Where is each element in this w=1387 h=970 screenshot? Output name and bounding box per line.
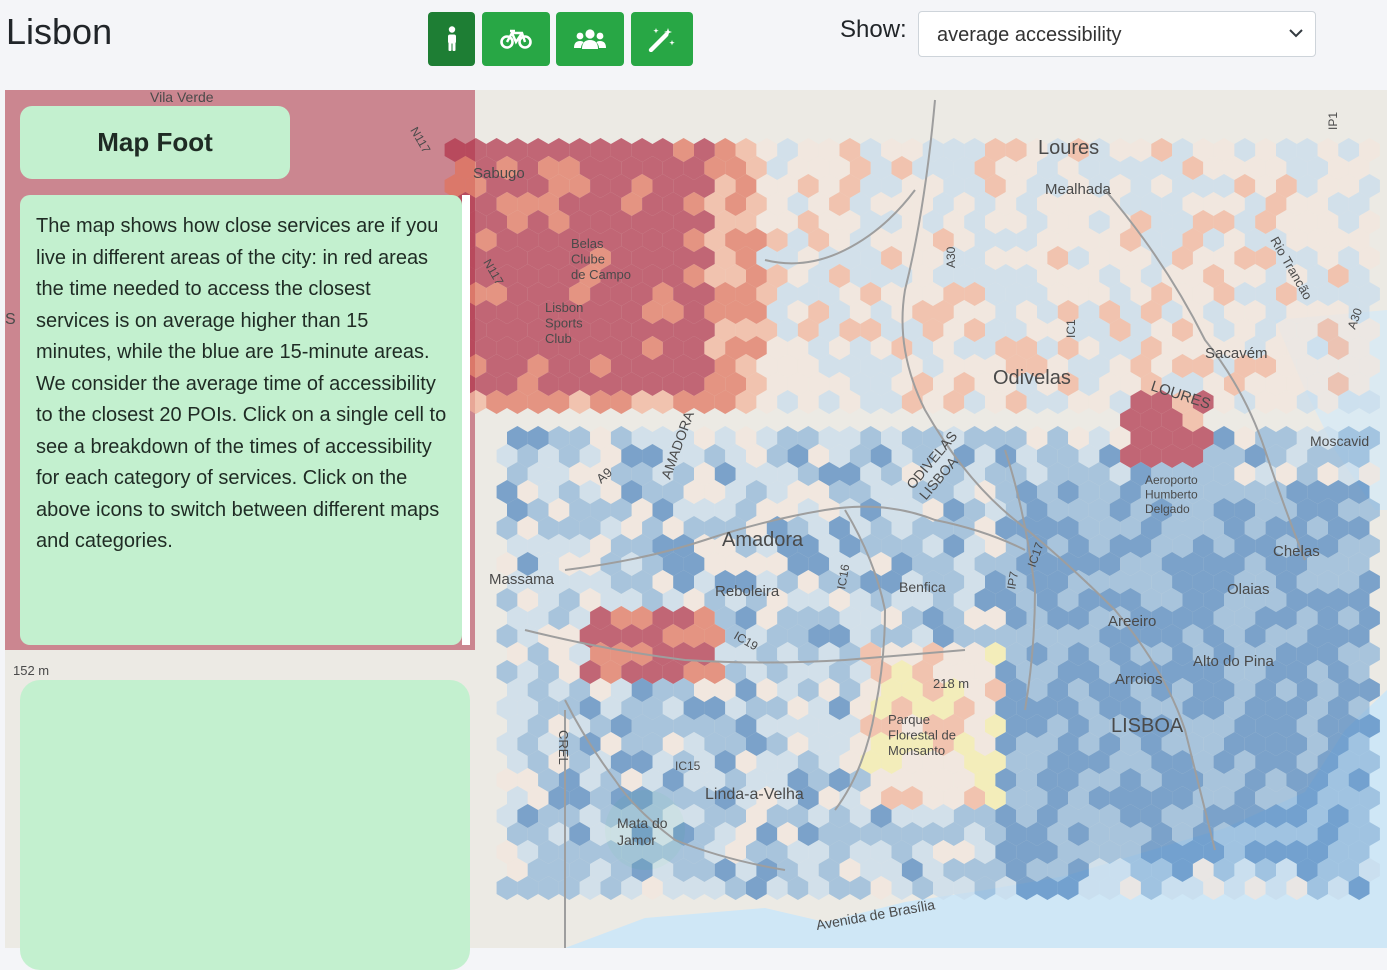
- map-label-chelas: Chelas: [1273, 543, 1320, 560]
- panel-scrollbar[interactable]: [462, 195, 470, 645]
- walking-person-icon: [447, 26, 456, 51]
- map-label-arroios: Arroios: [1115, 671, 1163, 688]
- map-label-road-ic15: IC15: [675, 759, 701, 773]
- map-label-mealhada: Mealhada: [1045, 181, 1112, 198]
- map-label-road-crel: CREL: [556, 730, 571, 765]
- map-label-alto-do-pina: Alto do Pina: [1193, 653, 1275, 670]
- show-label: Show:: [840, 16, 907, 43]
- bike-mode-button[interactable]: [482, 12, 550, 66]
- map-label-areeiro: Areeiro: [1108, 613, 1156, 630]
- map-label-loures-town: Loures: [1038, 137, 1099, 159]
- app-title: Lisbon: [6, 11, 113, 52]
- map-label-moscavide: Moscavid: [1310, 433, 1369, 449]
- select-value: average accessibility: [937, 24, 1122, 46]
- map-label-odivelas: Odivelas: [993, 367, 1071, 389]
- users-group-icon: [574, 29, 606, 49]
- map-label-elev-218: 218 m: [933, 676, 969, 691]
- map-label-sabugo: Sabugo: [473, 165, 525, 182]
- map-label-sacavem: Sacavém: [1205, 345, 1268, 362]
- magic-wand-icon: [648, 28, 675, 52]
- map-label-lisboa: LISBOA: [1111, 715, 1184, 737]
- chevron-down-icon: [1289, 29, 1303, 38]
- map-label-olaias: Olaias: [1227, 581, 1270, 598]
- group-mode-button[interactable]: [556, 12, 624, 66]
- map-label-benfica: Benfica: [899, 579, 946, 595]
- panel-description: The map shows how close services are if …: [20, 195, 462, 645]
- map-label-reboleira: Reboleira: [715, 583, 780, 600]
- bicycle-icon: [500, 29, 532, 49]
- accessibility-select[interactable]: average accessibility: [918, 11, 1316, 57]
- map-label-linda-a-velha: Linda-a-Velha: [705, 786, 804, 803]
- map-label-road-ip1: IP1: [1326, 112, 1340, 130]
- magic-mode-button[interactable]: [631, 12, 693, 66]
- map-label-elev-152: 152 m: [13, 663, 49, 678]
- map-label-road-a30: A30: [944, 246, 958, 268]
- map-label-amadora: Amadora: [722, 529, 804, 551]
- map-label-road-ic1: IC1: [1064, 319, 1078, 338]
- chart-panel: [20, 680, 470, 970]
- walking-mode-button[interactable]: [428, 12, 475, 66]
- map-label-vila-verde: Vila Verde: [150, 90, 214, 105]
- map-label-massama: Massama: [489, 571, 555, 588]
- map-label-edge-s: S: [5, 311, 16, 328]
- panel-title: Map Foot: [20, 106, 290, 179]
